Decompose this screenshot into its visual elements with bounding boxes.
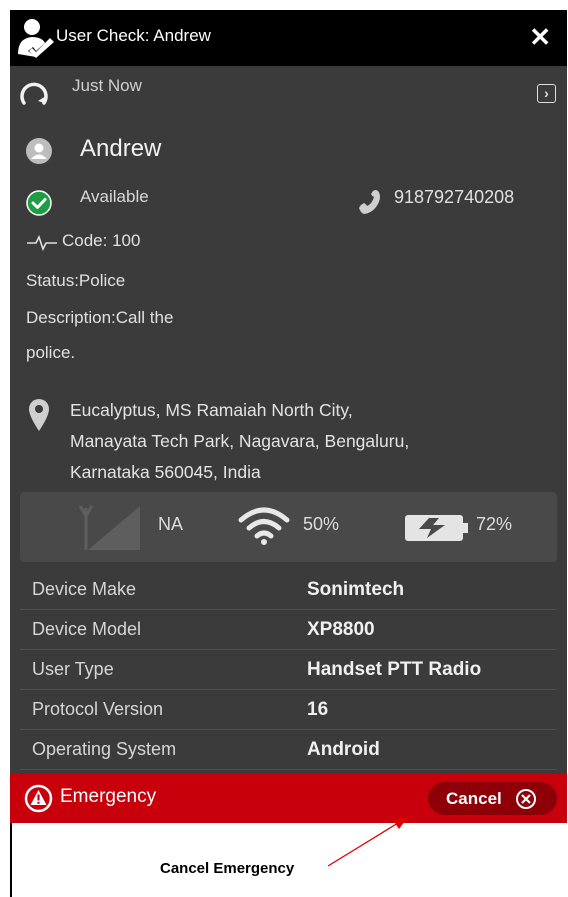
annotation-arrow [327,817,408,867]
annotation-label: Cancel Emergency [160,860,295,877]
